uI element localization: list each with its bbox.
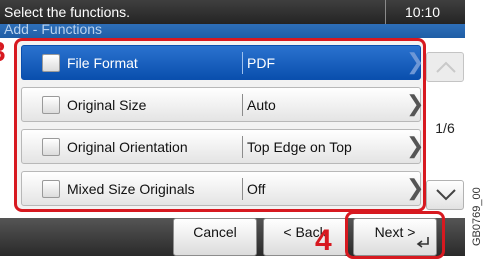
- checkbox[interactable]: [42, 54, 60, 72]
- chevron-right-icon: ❯: [406, 49, 425, 74]
- figure-code: GB0769_00: [471, 187, 483, 246]
- next-highlight: [345, 211, 445, 259]
- step-marker-3: 3: [0, 38, 10, 68]
- header-divider: [385, 0, 386, 24]
- page-indicator: 1/6: [435, 120, 455, 136]
- back-button[interactable]: < Back: [263, 218, 347, 256]
- step-marker-4: 4: [315, 224, 332, 257]
- chevron-right-icon: ❯: [406, 175, 425, 200]
- checkbox[interactable]: [42, 138, 60, 156]
- list-item-value: Top Edge on Top: [247, 139, 352, 155]
- list-item-original-size[interactable]: Original Size Auto ❯: [21, 87, 425, 122]
- checkbox[interactable]: [42, 180, 60, 198]
- chevron-down-icon: [436, 189, 456, 201]
- list-item-mixed-size-originals[interactable]: Mixed Size Originals Off ❯: [21, 171, 425, 206]
- list-item-value: Off: [247, 181, 266, 197]
- row-divider: [242, 178, 243, 200]
- header-time: 10:10: [405, 4, 441, 20]
- sub-header: Add - Functions: [0, 24, 465, 38]
- chevron-right-icon: ❯: [406, 91, 425, 116]
- function-list: File Format PDF ❯ Original Size Auto ❯ O…: [14, 38, 426, 212]
- header-title: Select the functions.: [4, 4, 131, 20]
- list-item-label: Mixed Size Originals: [67, 181, 195, 197]
- list-item-value: Auto: [247, 97, 276, 113]
- list-item-file-format[interactable]: File Format PDF ❯: [21, 45, 425, 80]
- scroll-up-button[interactable]: [426, 52, 464, 82]
- list-item-original-orientation[interactable]: Original Orientation Top Edge on Top ❯: [21, 129, 425, 164]
- scroll-controls: 1/6: [426, 52, 464, 212]
- list-item-label: Original Orientation: [67, 139, 188, 155]
- list-item-value: PDF: [247, 55, 275, 71]
- row-divider: [242, 52, 243, 74]
- row-divider: [242, 94, 243, 116]
- chevron-up-icon: [436, 61, 456, 73]
- chevron-right-icon: ❯: [406, 133, 425, 158]
- subheader-title: Add - Functions: [4, 24, 103, 37]
- checkbox[interactable]: [42, 96, 60, 114]
- list-item-label: File Format: [67, 55, 138, 71]
- list-item-label: Original Size: [67, 97, 147, 113]
- status-header: Select the functions. 10:10: [0, 0, 465, 24]
- scroll-down-button[interactable]: [426, 180, 464, 210]
- cancel-button[interactable]: Cancel: [173, 218, 257, 256]
- row-divider: [242, 136, 243, 158]
